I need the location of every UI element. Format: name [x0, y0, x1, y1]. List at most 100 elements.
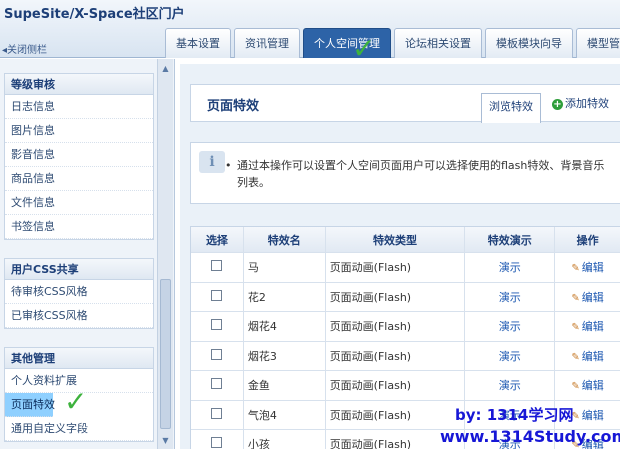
effect-type: 页面动画(Flash) — [324, 400, 465, 429]
sidebar-item-pending-css[interactable]: 待审核CSS风格 — [5, 280, 153, 304]
edit-link[interactable]: ✎ 编辑 — [571, 377, 603, 393]
table-row: 马页面动画(Flash) 演示 ✎ 编辑 — [191, 253, 620, 283]
row-select-cell — [191, 319, 243, 333]
main-content: 页面特效 浏览特效 +添加特效 i 通过本操作可以设置个人空间页面用户可以选择使… — [180, 64, 620, 449]
select-checkbox[interactable] — [211, 289, 223, 301]
sidebar-item-custom-fields[interactable]: 通用自定义字段 — [5, 417, 153, 441]
tab-personal-space[interactable]: 个人空间管理 — [303, 28, 391, 58]
app-logo: SupeSite/X-Space社区门户 — [4, 7, 185, 22]
sidebar-group-title: 等级审核 — [5, 74, 153, 95]
scroll-up-icon[interactable]: ▲ — [160, 63, 171, 74]
demo-link[interactable]: 演示 — [499, 259, 521, 275]
edit-link[interactable]: ✎ 编辑 — [571, 407, 603, 423]
edit-link[interactable]: ✎ 编辑 — [571, 259, 603, 275]
tab-basic-settings[interactable]: 基本设置 — [165, 28, 231, 58]
page-title: 页面特效 — [207, 99, 260, 114]
pencil-icon: ✎ — [571, 351, 580, 363]
demo-link[interactable]: 演示 — [499, 348, 521, 364]
demo-link[interactable]: 演示 — [499, 318, 521, 334]
table-row: 烟花3 页面动画(Flash) 演示 ✎ 编辑 — [191, 341, 620, 371]
row-select-cell — [191, 289, 243, 304]
effect-type: 页面动画(Flash) — [324, 282, 465, 311]
table-header-row: 选择 特效名 特效类型 特效演示 操作 — [191, 227, 620, 253]
sidebar-item-bookmark-info[interactable]: 书签信息 — [5, 215, 153, 239]
sidebar-item-product-info[interactable]: 商品信息 — [5, 167, 153, 191]
panel-header: 页面特效 浏览特效 + 添加特效 — [190, 84, 620, 123]
check-mark-icon: ✓ — [64, 385, 88, 418]
effect-type: 页面动画(Flash) — [324, 341, 465, 370]
table-row: 烟花4 页面动画(Flash) 演示 ✎ 编辑 — [191, 312, 620, 342]
tab-forum-settings[interactable]: 论坛相关设置 — [394, 28, 482, 58]
check-mark-icon: ✓ — [352, 32, 376, 65]
sidebar-item-log-info[interactable]: 日志信息 — [5, 95, 153, 119]
table-row: 花2 页面动画(Flash) 演示 ✎ 编辑 — [191, 282, 620, 312]
effect-name: 马 — [242, 253, 325, 282]
info-icon: i — [199, 151, 225, 173]
effect-name: 金鱼 — [242, 371, 325, 400]
pencil-icon: ✎ — [571, 292, 580, 304]
edit-link[interactable]: ✎ 编辑 — [571, 318, 603, 334]
demo-cell: 演示 — [464, 371, 554, 400]
effect-name: 烟花3 — [242, 341, 325, 370]
tab-template-wizard[interactable]: 模板模块向导 — [485, 28, 573, 58]
pencil-icon: ✎ — [571, 381, 580, 393]
sidebar-item-approved-css[interactable]: 已审核CSS风格 — [5, 304, 153, 328]
row-select-cell — [191, 407, 243, 422]
tab-news-management[interactable]: 资讯管理 — [234, 28, 300, 58]
collapse-sidebar-link[interactable]: ◂关闭侧栏 — [2, 41, 47, 56]
sidebar-group-level-review: 等级审核 日志信息 图片信息 影音信息 商品信息 文件信息 书签信息 — [4, 73, 154, 240]
add-effect-label: 添加特效 — [565, 97, 609, 110]
select-checkbox[interactable] — [211, 319, 223, 331]
select-checkbox[interactable] — [211, 260, 223, 272]
edit-label: 编辑 — [581, 261, 604, 275]
sidebar: 等级审核 日志信息 图片信息 影音信息 商品信息 文件信息 书签信息 用户CSS… — [0, 59, 175, 449]
watermark-line1: by: 1314学习网 — [455, 406, 574, 424]
select-checkbox[interactable] — [211, 378, 223, 390]
demo-cell: 演示 — [464, 312, 554, 341]
select-checkbox[interactable] — [211, 407, 223, 419]
effect-name: 花2 — [242, 282, 325, 311]
demo-link[interactable]: 演示 — [499, 377, 521, 393]
scroll-down-icon[interactable]: ▼ — [160, 435, 171, 446]
row-select-cell — [191, 378, 243, 392]
main-tabs: 基本设置 资讯管理 个人空间管理 论坛相关设置 模板模块向导 模型管理 — [165, 28, 620, 58]
watermark-line2: www.1314Study.com — [440, 427, 620, 446]
sidebar-scrollbar[interactable]: ▲ ▼ — [157, 59, 173, 449]
effect-name: 气泡4 — [242, 400, 325, 429]
edit-label: 编辑 — [581, 379, 604, 393]
tip-box: i 通过本操作可以设置个人空间页面用户可以选择使用的flash特效、背景音乐列表… — [190, 142, 620, 204]
edit-label: 编辑 — [581, 320, 604, 334]
pencil-icon: ✎ — [571, 263, 580, 275]
sidebar-item-image-info[interactable]: 图片信息 — [5, 119, 153, 143]
scrollbar-thumb[interactable] — [160, 279, 171, 429]
add-effect-button[interactable]: + 添加特效 — [552, 93, 609, 115]
edit-link[interactable]: ✎ 编辑 — [571, 289, 603, 305]
demo-cell: 演示 — [464, 282, 554, 311]
sidebar-group-css-share: 用户CSS共享 待审核CSS风格 已审核CSS风格 — [4, 258, 154, 329]
edit-label: 编辑 — [581, 290, 604, 304]
row-select-cell — [191, 260, 243, 274]
col-header-action: 操作 — [554, 227, 620, 252]
sidebar-item-media-info[interactable]: 影音信息 — [5, 143, 153, 167]
tab-model-management[interactable]: 模型管理 — [576, 28, 620, 58]
demo-cell: 演示 — [464, 253, 554, 282]
edit-label: 编辑 — [581, 349, 604, 363]
effect-type: 页面动画(Flash) — [324, 312, 465, 341]
browse-effects-tab[interactable]: 浏览特效 — [481, 93, 541, 123]
row-select-cell — [191, 348, 243, 363]
sidebar-item-file-info[interactable]: 文件信息 — [5, 191, 153, 215]
sidebar-group-title: 其他管理 — [5, 348, 153, 369]
demo-link[interactable]: 演示 — [499, 289, 521, 305]
edit-label: 编辑 — [581, 408, 604, 422]
select-checkbox[interactable] — [211, 348, 223, 360]
add-icon: + — [552, 99, 563, 110]
edit-cell: ✎ 编辑 — [554, 341, 620, 370]
select-checkbox[interactable] — [211, 437, 223, 449]
edit-link[interactable]: ✎ 编辑 — [571, 348, 603, 364]
sidebar-item-page-effects[interactable]: 页面特效 — [5, 393, 55, 417]
effect-type: 页面动画(Flash) — [324, 253, 465, 282]
col-header-select: 选择 — [205, 233, 228, 247]
row-select-cell — [191, 437, 243, 449]
col-header-type: 特效类型 — [324, 227, 465, 252]
table-row: 金鱼 页面动画(Flash) 演示 ✎ 编辑 — [191, 371, 620, 401]
